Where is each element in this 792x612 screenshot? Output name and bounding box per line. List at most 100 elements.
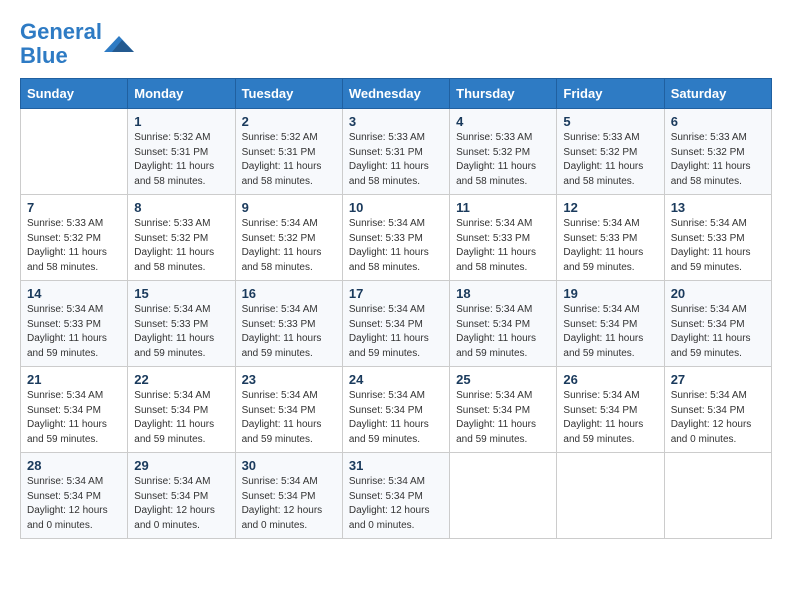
calendar-cell	[450, 453, 557, 539]
day-info: Sunrise: 5:34 AM Sunset: 5:34 PM Dayligh…	[671, 389, 765, 447]
day-number: 17	[349, 286, 443, 301]
day-info: Sunrise: 5:34 AM Sunset: 5:33 PM Dayligh…	[456, 217, 550, 275]
day-number: 5	[563, 114, 657, 129]
calendar-week-row: 7 Sunrise: 5:33 AM Sunset: 5:32 PM Daylig…	[21, 195, 772, 281]
logo-text: GeneralBlue	[20, 20, 102, 68]
calendar-cell: 1 Sunrise: 5:32 AM Sunset: 5:31 PM Daylig…	[128, 109, 235, 195]
day-info: Sunrise: 5:34 AM Sunset: 5:33 PM Dayligh…	[563, 217, 657, 275]
calendar-cell: 15Sunrise: 5:34 AM Sunset: 5:33 PM Dayli…	[128, 281, 235, 367]
logo-icon	[104, 32, 134, 56]
calendar-cell: 29 Sunrise: 5:34 AM Sunset: 5:34 PM Dayli…	[128, 453, 235, 539]
header: GeneralBlue	[20, 20, 772, 68]
calendar-week-row: 14 Sunrise: 5:34 AM Sunset: 5:33 PM Dayli…	[21, 281, 772, 367]
day-number: 21	[27, 372, 121, 387]
day-number: 22	[134, 372, 228, 387]
day-info: Sunrise: 5:34 AM Sunset: 5:34 PM Dayligh…	[349, 303, 443, 361]
day-number: 20	[671, 286, 765, 301]
day-info: Sunrise: 5:34 AM Sunset: 5:34 PM Dayligh…	[349, 475, 443, 533]
day-number: 8	[134, 200, 228, 215]
calendar-cell: 22 Sunrise: 5:34 AM Sunset: 5:34 PM Dayli…	[128, 367, 235, 453]
day-info: Sunrise: 5:34 AM Sunset: 5:34 PM Dayligh…	[27, 389, 121, 447]
calendar-cell: 10 Sunrise: 5:34 AM Sunset: 5:33 PM Dayli…	[342, 195, 449, 281]
day-number: 7	[27, 200, 121, 215]
calendar-week-row: 21 Sunrise: 5:34 AM Sunset: 5:34 PM Dayli…	[21, 367, 772, 453]
day-number: 19	[563, 286, 657, 301]
calendar-cell: 21 Sunrise: 5:34 AM Sunset: 5:34 PM Dayli…	[21, 367, 128, 453]
calendar-cell: 26 Sunrise: 5:34 AM Sunset: 5:34 PM Dayli…	[557, 367, 664, 453]
day-number: 18	[456, 286, 550, 301]
day-info: Sunrise: 5:34 AM Sunset: 5:33 PM Dayligh…	[349, 217, 443, 275]
day-number: 6	[671, 114, 765, 129]
calendar-cell: 27 Sunrise: 5:34 AM Sunset: 5:34 PM Dayli…	[664, 367, 771, 453]
calendar-cell: 3Sunrise: 5:33 AM Sunset: 5:31 PM Daylig…	[342, 109, 449, 195]
day-info: Sunrise: 5:34 AM Sunset: 5:33 PM Dayligh…	[242, 303, 336, 361]
day-number: 4	[456, 114, 550, 129]
day-number: 27	[671, 372, 765, 387]
day-info: Sunrise: 5:34 AM Sunset: 5:34 PM Dayligh…	[456, 303, 550, 361]
calendar-cell: 14 Sunrise: 5:34 AM Sunset: 5:33 PM Dayli…	[21, 281, 128, 367]
day-info: Sunrise: 5:33 AM Sunset: 5:32 PM Dayligh…	[27, 217, 121, 275]
day-header: Monday	[128, 79, 235, 109]
logo: GeneralBlue	[20, 20, 134, 68]
day-number: 13	[671, 200, 765, 215]
calendar-cell: 23 Sunrise: 5:34 AM Sunset: 5:34 PM Dayli…	[235, 367, 342, 453]
day-header: Sunday	[21, 79, 128, 109]
calendar-cell: 8 Sunrise: 5:33 AM Sunset: 5:32 PM Daylig…	[128, 195, 235, 281]
day-number: 16	[242, 286, 336, 301]
calendar-cell	[21, 109, 128, 195]
calendar-cell: 2Sunrise: 5:32 AM Sunset: 5:31 PM Daylig…	[235, 109, 342, 195]
day-info: Sunrise: 5:34 AM Sunset: 5:33 PM Dayligh…	[27, 303, 121, 361]
calendar-cell: 5Sunrise: 5:33 AM Sunset: 5:32 PM Daylig…	[557, 109, 664, 195]
day-info: Sunrise: 5:33 AM Sunset: 5:32 PM Dayligh…	[134, 217, 228, 275]
day-number: 23	[242, 372, 336, 387]
day-info: Sunrise: 5:34 AM Sunset: 5:34 PM Dayligh…	[563, 389, 657, 447]
calendar-cell: 11Sunrise: 5:34 AM Sunset: 5:33 PM Dayli…	[450, 195, 557, 281]
day-number: 26	[563, 372, 657, 387]
day-number: 29	[134, 458, 228, 473]
day-info: Sunrise: 5:34 AM Sunset: 5:33 PM Dayligh…	[671, 217, 765, 275]
day-info: Sunrise: 5:33 AM Sunset: 5:31 PM Dayligh…	[349, 131, 443, 189]
calendar-cell: 7 Sunrise: 5:33 AM Sunset: 5:32 PM Daylig…	[21, 195, 128, 281]
calendar-week-row: 1 Sunrise: 5:32 AM Sunset: 5:31 PM Daylig…	[21, 109, 772, 195]
calendar-body: 1 Sunrise: 5:32 AM Sunset: 5:31 PM Daylig…	[21, 109, 772, 539]
day-number: 9	[242, 200, 336, 215]
calendar-table: SundayMondayTuesdayWednesdayThursdayFrid…	[20, 78, 772, 539]
calendar-cell: 12 Sunrise: 5:34 AM Sunset: 5:33 PM Dayli…	[557, 195, 664, 281]
day-info: Sunrise: 5:32 AM Sunset: 5:31 PM Dayligh…	[134, 131, 228, 189]
day-header: Saturday	[664, 79, 771, 109]
day-header: Wednesday	[342, 79, 449, 109]
calendar-cell: 24Sunrise: 5:34 AM Sunset: 5:34 PM Dayli…	[342, 367, 449, 453]
day-info: Sunrise: 5:33 AM Sunset: 5:32 PM Dayligh…	[671, 131, 765, 189]
calendar-week-row: 28 Sunrise: 5:34 AM Sunset: 5:34 PM Dayli…	[21, 453, 772, 539]
day-number: 12	[563, 200, 657, 215]
day-info: Sunrise: 5:33 AM Sunset: 5:32 PM Dayligh…	[456, 131, 550, 189]
day-info: Sunrise: 5:34 AM Sunset: 5:34 PM Dayligh…	[134, 475, 228, 533]
day-info: Sunrise: 5:34 AM Sunset: 5:34 PM Dayligh…	[563, 303, 657, 361]
day-info: Sunrise: 5:34 AM Sunset: 5:34 PM Dayligh…	[456, 389, 550, 447]
day-header: Tuesday	[235, 79, 342, 109]
day-number: 31	[349, 458, 443, 473]
calendar-cell: 30 Sunrise: 5:34 AM Sunset: 5:34 PM Dayli…	[235, 453, 342, 539]
calendar-cell: 16 Sunrise: 5:34 AM Sunset: 5:33 PM Dayli…	[235, 281, 342, 367]
calendar-cell	[557, 453, 664, 539]
day-number: 10	[349, 200, 443, 215]
day-number: 1	[134, 114, 228, 129]
calendar-cell: 13 Sunrise: 5:34 AM Sunset: 5:33 PM Dayli…	[664, 195, 771, 281]
day-info: Sunrise: 5:34 AM Sunset: 5:34 PM Dayligh…	[134, 389, 228, 447]
day-number: 25	[456, 372, 550, 387]
calendar-cell: 17 Sunrise: 5:34 AM Sunset: 5:34 PM Dayli…	[342, 281, 449, 367]
day-number: 14	[27, 286, 121, 301]
day-header: Friday	[557, 79, 664, 109]
day-number: 2	[242, 114, 336, 129]
calendar-cell: 20Sunrise: 5:34 AM Sunset: 5:34 PM Dayli…	[664, 281, 771, 367]
calendar-cell: 25 Sunrise: 5:34 AM Sunset: 5:34 PM Dayli…	[450, 367, 557, 453]
day-number: 15	[134, 286, 228, 301]
calendar-header-row: SundayMondayTuesdayWednesdayThursdayFrid…	[21, 79, 772, 109]
calendar-cell: 4 Sunrise: 5:33 AM Sunset: 5:32 PM Daylig…	[450, 109, 557, 195]
day-info: Sunrise: 5:34 AM Sunset: 5:34 PM Dayligh…	[242, 475, 336, 533]
day-number: 30	[242, 458, 336, 473]
day-info: Sunrise: 5:34 AM Sunset: 5:34 PM Dayligh…	[242, 389, 336, 447]
day-number: 28	[27, 458, 121, 473]
calendar-cell: 28Sunrise: 5:34 AM Sunset: 5:34 PM Dayli…	[21, 453, 128, 539]
calendar-cell: 31 Sunrise: 5:34 AM Sunset: 5:34 PM Dayli…	[342, 453, 449, 539]
